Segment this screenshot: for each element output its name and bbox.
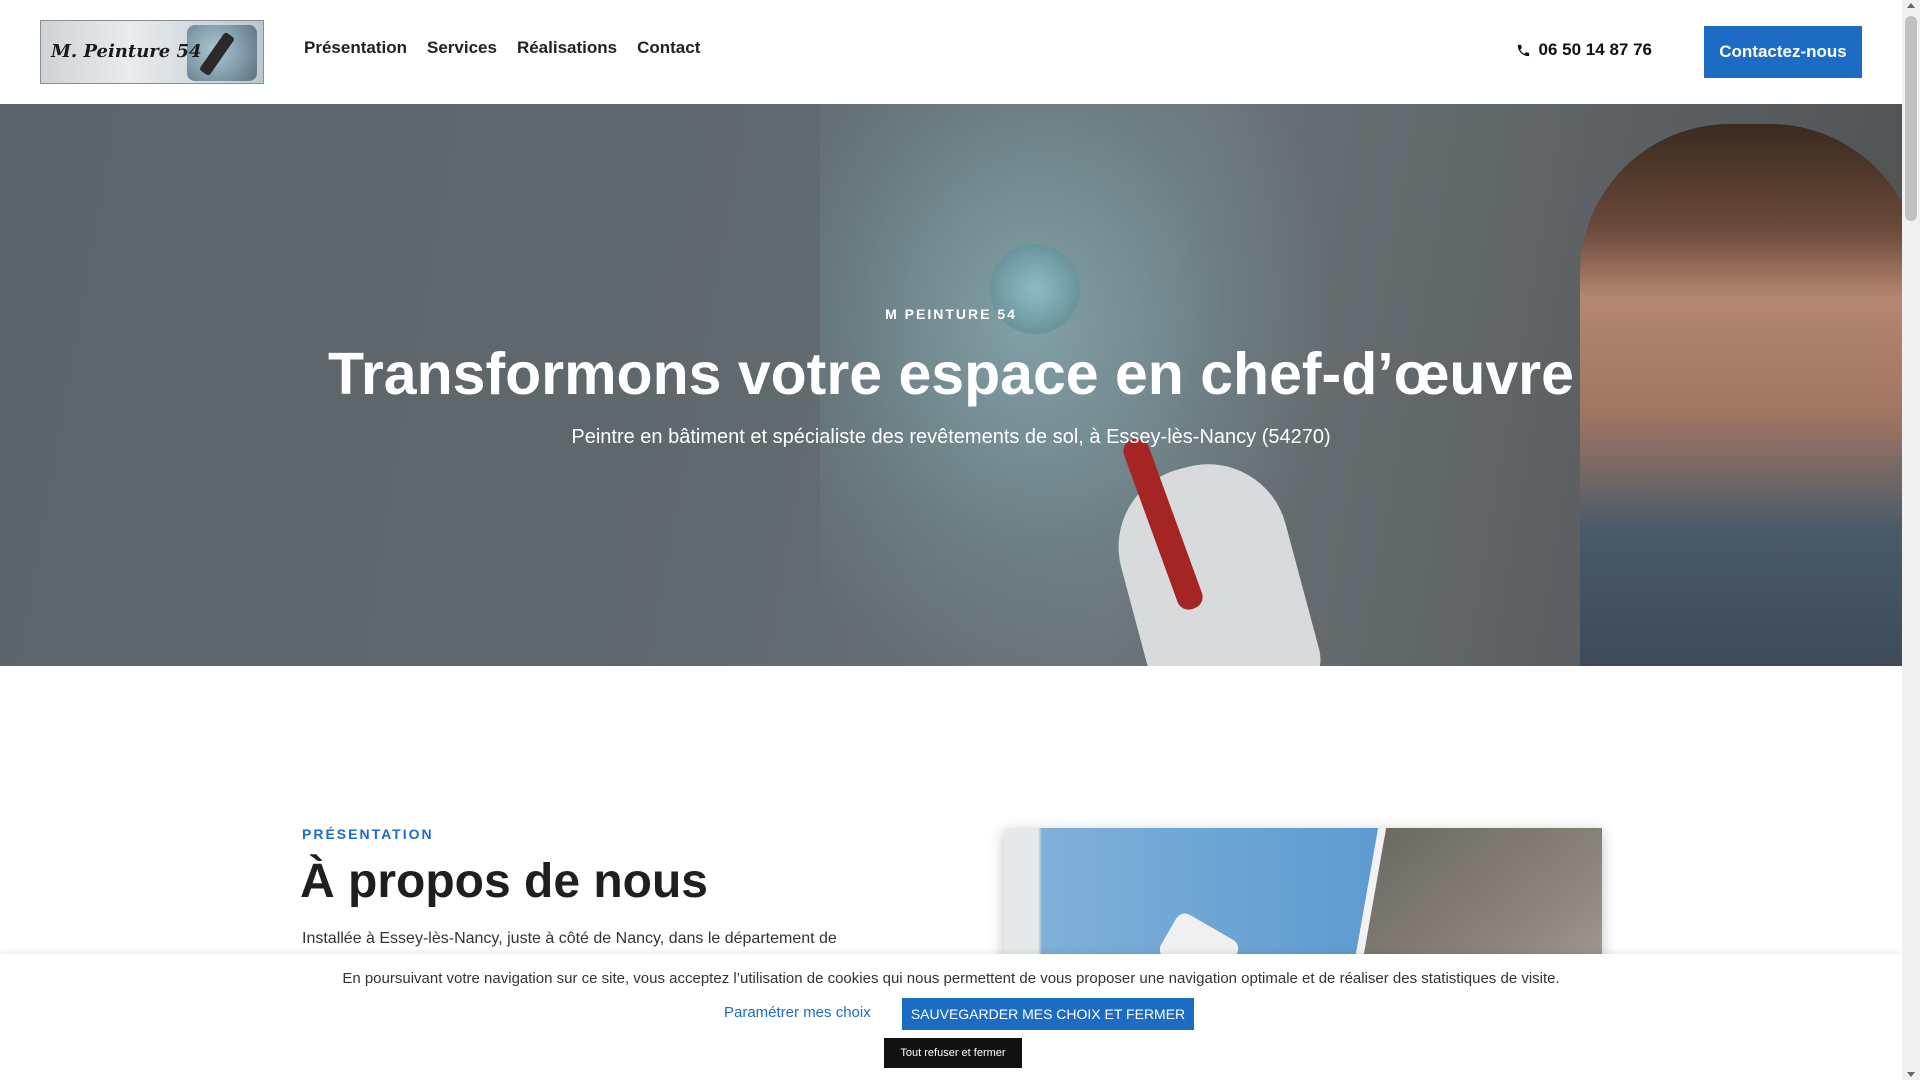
- cookie-settings-link[interactable]: Paramétrer mes choix: [724, 1004, 871, 1021]
- phone-link[interactable]: 06 50 14 87 76: [1516, 40, 1652, 60]
- nav-item-presentation[interactable]: Présentation: [304, 38, 407, 58]
- phone-number: 06 50 14 87 76: [1538, 40, 1652, 59]
- scroll-down-arrow-icon[interactable]: [1907, 1072, 1915, 1077]
- about-title: À propos de nous: [300, 855, 708, 908]
- about-text: Installée à Essey-lès-Nancy, juste à côt…: [302, 930, 837, 947]
- cookie-banner: En poursuivant votre navigation sur ce s…: [0, 954, 1902, 1080]
- logo-text: M. Peinture 54: [51, 41, 202, 62]
- main-nav: Présentation Services Réalisations Conta…: [304, 38, 700, 58]
- cookie-save-button[interactable]: SAUVEGARDER MES CHOIX ET FERMER: [902, 998, 1194, 1030]
- scroll-up-arrow-icon[interactable]: [1907, 3, 1915, 8]
- hero-title: Transformons votre espace en chef-d’œuvr…: [328, 341, 1574, 407]
- phone-icon: [1517, 44, 1529, 56]
- nav-item-services[interactable]: Services: [427, 38, 497, 58]
- nav-item-contact[interactable]: Contact: [637, 38, 700, 58]
- scrollbar-thumb[interactable]: [1905, 16, 1917, 221]
- page-scrollbar[interactable]: [1902, 0, 1920, 1080]
- hero-section: M PEINTURE 54 Transformons votre espace …: [0, 104, 1902, 666]
- site-header: M. Peinture 54 Présentation Services Réa…: [0, 0, 1902, 104]
- nav-item-realisations[interactable]: Réalisations: [517, 38, 617, 58]
- cookie-text: En poursuivant votre navigation sur ce s…: [342, 970, 1560, 987]
- site-logo[interactable]: M. Peinture 54: [40, 20, 264, 84]
- hero-eyebrow: M PEINTURE 54: [885, 306, 1017, 322]
- about-eyebrow: PRÉSENTATION: [302, 826, 434, 842]
- hero-subtitle: Peintre en bâtiment et spécialiste des r…: [571, 426, 1331, 448]
- contact-us-button[interactable]: Contactez-nous: [1704, 26, 1862, 78]
- cookie-refuse-button[interactable]: Tout refuser et fermer: [884, 1038, 1022, 1068]
